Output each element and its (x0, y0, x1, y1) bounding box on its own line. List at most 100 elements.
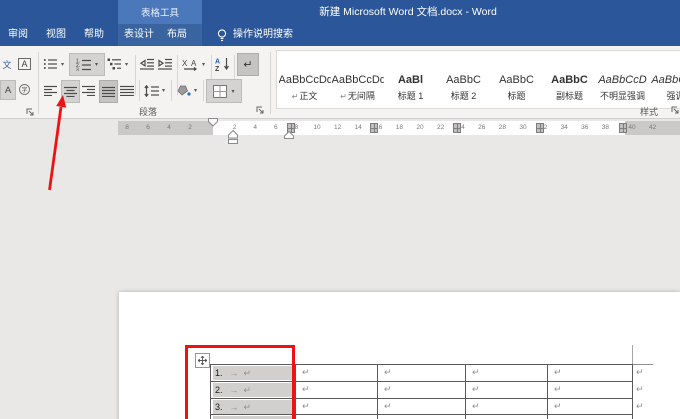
table-cell[interactable]: ↵ (548, 382, 633, 399)
style-label: 标题 2 (451, 89, 477, 102)
table-cell[interactable]: ↵ (296, 399, 378, 416)
ribbon-tab-2[interactable]: 视图 (46, 24, 66, 46)
ruler-number: 12 (334, 121, 341, 135)
style-item[interactable]: AaBl标题 1 (384, 52, 437, 105)
line-spacing-button[interactable] (143, 80, 159, 101)
bullets-dropdown[interactable]: ▾ (58, 55, 67, 73)
style-item[interactable]: AaBbC标题 (490, 52, 543, 105)
shading-button[interactable] (175, 80, 191, 101)
ruler-number: 2 (188, 121, 192, 135)
sort-button[interactable]: A Z (214, 55, 231, 73)
enclose-characters-glyph: 字 (19, 84, 30, 95)
separator (171, 80, 172, 101)
paragraph-mark-icon: ↵ (340, 92, 347, 101)
paragraph-mark: ↵ (378, 384, 392, 394)
show-hide-marks-button[interactable]: ↵ (237, 53, 259, 76)
distribute-button[interactable] (118, 80, 135, 101)
multilevel-list-dropdown[interactable]: ▾ (122, 55, 131, 73)
increase-indent-button[interactable] (157, 55, 173, 73)
table-cell[interactable]: ↵ (296, 415, 378, 419)
bullets-button[interactable] (42, 55, 58, 73)
chevron-down-icon: ▾ (231, 88, 234, 95)
ruler-number: 22 (437, 121, 444, 135)
ruler-number: 6 (274, 121, 278, 135)
table-cell[interactable]: ↵ (296, 382, 378, 399)
paragraph-dialog-launcher-icon[interactable] (256, 106, 265, 115)
align-center-button[interactable] (61, 80, 80, 103)
ribbon-tab-5[interactable]: 布局 (167, 24, 187, 46)
align-left-button[interactable] (42, 80, 59, 101)
ruler[interactable]: 8642246810121416182022242628303234363840… (0, 121, 680, 135)
style-item[interactable]: AaBbCcD不明显强调 (596, 52, 649, 105)
table-cell[interactable]: ↵ (548, 399, 633, 416)
table-cell[interactable]: ↵ (378, 399, 466, 416)
table-cell[interactable]: ↵ (296, 365, 378, 382)
separator (135, 55, 136, 95)
separator (203, 80, 204, 101)
table-cell[interactable]: ↵ (378, 415, 466, 419)
align-right-button[interactable] (80, 80, 97, 101)
ruler-number: 8 (295, 121, 299, 135)
ruler-number: 26 (478, 121, 485, 135)
style-item[interactable]: AaBbC标题 2 (437, 52, 490, 105)
row-end-mark: ↵ (636, 365, 644, 382)
font-dialog-launcher-icon[interactable] (26, 108, 35, 117)
ruler-column-marker[interactable] (453, 123, 461, 133)
numbering-button[interactable]: 1.2.3. ▾ (69, 53, 105, 76)
document-page[interactable]: 1.→↵↵↵↵↵2.→↵↵↵↵↵3.→↵↵↵↵↵4.→↵↵↵↵↵5.→↵↵↵↵↵… (119, 292, 680, 419)
ruler-column-marker[interactable] (370, 123, 378, 133)
paragraph-mark: ↵ (466, 384, 480, 394)
table-cell[interactable]: ↵ (378, 382, 466, 399)
ruler-number: 34 (561, 121, 568, 135)
phonetic-guide-button[interactable]: 文 (0, 55, 14, 73)
table-cell[interactable]: ↵ (466, 399, 548, 416)
ruler-number: 10 (313, 121, 320, 135)
tell-me-search[interactable]: 操作说明搜索 (233, 24, 293, 46)
table-cell[interactable]: ↵ (548, 415, 633, 419)
table-move-handle[interactable] (195, 353, 210, 368)
multilevel-list-button[interactable] (106, 55, 122, 73)
style-item[interactable]: AaBbC副标题 (543, 52, 596, 105)
style-item[interactable]: AaBbCcDd ↵正文 (278, 52, 331, 105)
ribbon-tab-3[interactable]: 帮助 (84, 24, 104, 46)
ruler-column-marker[interactable] (619, 123, 627, 133)
character-shading-button[interactable]: A (0, 80, 16, 100)
chevron-down-icon: ▾ (95, 61, 98, 68)
line-spacing-dropdown[interactable]: ▾ (159, 80, 168, 101)
enclose-characters-button[interactable]: 字 (16, 80, 33, 98)
ruler-column-marker[interactable] (287, 123, 295, 133)
contextual-tools-header: 表格工具 (118, 0, 202, 24)
ruler-number: 4 (167, 121, 171, 135)
character-border-button[interactable]: A (16, 55, 33, 73)
style-sample: AaBbCcDd (279, 74, 331, 86)
ribbon-tab-1[interactable]: 审阅 (8, 24, 28, 46)
style-item[interactable]: AaBbCcD强调 (649, 52, 680, 105)
asian-layout-dropdown[interactable]: ▾ (199, 55, 208, 73)
ruler-number: 2 (233, 121, 237, 135)
separator (139, 80, 140, 101)
ruler-column-marker[interactable] (536, 123, 544, 133)
lightbulb-icon (216, 28, 228, 43)
justify-button[interactable] (99, 80, 118, 103)
style-label: 标题 1 (398, 89, 424, 102)
paragraph-mark-glyph: ↵ (243, 58, 252, 71)
style-label: 强调 (666, 89, 680, 102)
decrease-indent-button[interactable] (139, 55, 155, 73)
asian-x-glyph: X (182, 59, 188, 68)
ruler-number: 18 (396, 121, 403, 135)
style-item[interactable]: AaBbCcDd↵无间隔 (331, 52, 384, 105)
asian-layout-button[interactable]: X A (181, 55, 199, 73)
styles-dialog-launcher-icon[interactable] (671, 106, 680, 115)
ruler-number: 20 (416, 121, 423, 135)
style-label: 不明显强调 (600, 89, 645, 102)
table-cell[interactable]: ↵ (466, 365, 548, 382)
style-label: ↵正文 (292, 89, 318, 102)
table-cell[interactable]: ↵ (378, 365, 466, 382)
table-cell[interactable]: ↵ (548, 365, 633, 382)
style-sample: AaBbCcDd (332, 74, 384, 86)
table-cell[interactable]: ↵ (466, 415, 548, 419)
table-cell[interactable]: ↵ (466, 382, 548, 399)
ribbon-tab-4[interactable]: 表设计 (124, 24, 154, 46)
shading-dropdown[interactable]: ▾ (191, 80, 200, 101)
borders-button[interactable]: ▾ (206, 79, 242, 103)
